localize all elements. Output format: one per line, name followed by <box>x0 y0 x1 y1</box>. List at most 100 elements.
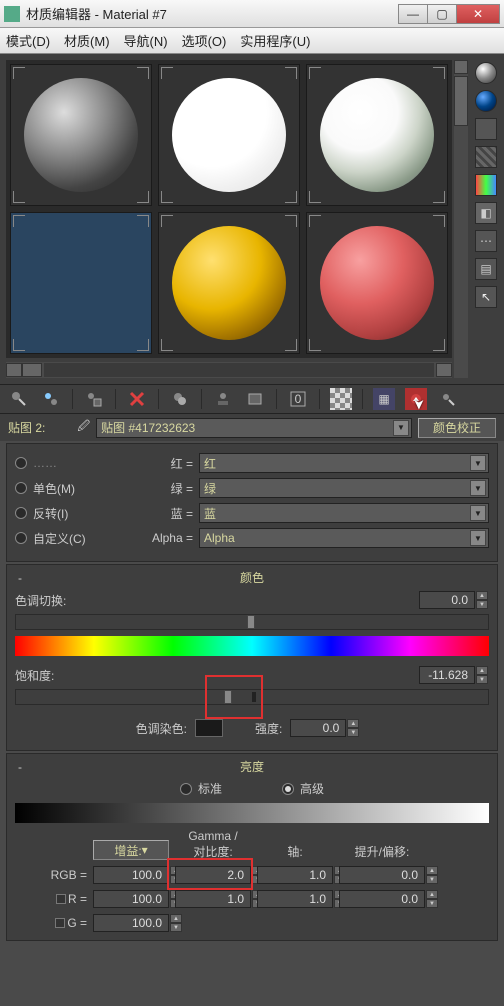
sample-uv-icon[interactable] <box>475 146 497 168</box>
material-id-icon[interactable]: 0 <box>287 388 309 410</box>
material-list-icon[interactable]: ▤ <box>475 258 497 280</box>
material-preview-grid <box>6 60 452 358</box>
map-name-value: 贴图 #417232623 <box>101 419 195 436</box>
advanced-label: 高级 <box>300 780 324 797</box>
gain-dropdown[interactable]: 增益: ▾ <box>93 840 169 860</box>
maximize-button[interactable]: ▢ <box>427 4 457 24</box>
channel-red-dropdown[interactable]: 红▼ <box>199 453 489 473</box>
r-gain-value[interactable]: 100.0▲▼ <box>93 890 169 908</box>
hue-slider[interactable] <box>15 614 489 630</box>
material-slot[interactable] <box>306 64 448 206</box>
make-unique-icon[interactable] <box>212 388 234 410</box>
offset-header: 提升/偏移: <box>339 843 425 860</box>
svg-text:0: 0 <box>295 392 302 406</box>
material-slot[interactable] <box>158 64 300 206</box>
sample-sphere-icon[interactable] <box>475 62 497 84</box>
get-material-icon[interactable] <box>8 388 30 410</box>
preview-v-scroll[interactable] <box>454 60 468 378</box>
material-slot[interactable] <box>10 64 152 206</box>
tint-label: 色调染色: <box>136 720 187 737</box>
standard-label: 标准 <box>198 780 222 797</box>
map-name-dropdown[interactable]: 贴图 #417232623 ▼ <box>96 418 412 438</box>
saturation-label: 饱和度: <box>15 667 419 684</box>
hue-shift-label: 色调切换: <box>15 592 419 609</box>
r-enable-checkbox[interactable] <box>56 894 66 904</box>
map-slot-label: 贴图 2: <box>8 419 45 436</box>
put-to-library-icon[interactable] <box>244 388 266 410</box>
material-slot[interactable] <box>10 212 152 354</box>
g-row-label: G = <box>67 916 87 930</box>
go-to-parent-icon[interactable] <box>405 388 427 410</box>
channel-alpha-dropdown[interactable]: Alpha▼ <box>199 528 489 548</box>
scroll-thumb[interactable] <box>22 363 42 377</box>
mono-radio[interactable] <box>15 482 27 494</box>
gamma-header: Gamma / 对比度: <box>175 829 251 860</box>
color-panel-title: 颜色 <box>15 569 489 586</box>
channel-blue-dropdown[interactable]: 蓝▼ <box>199 503 489 523</box>
preview-h-scroll[interactable] <box>6 362 452 378</box>
saturation-slider[interactable] <box>15 689 489 705</box>
put-material-icon[interactable] <box>40 388 62 410</box>
dropdown-arrow-icon[interactable]: ▼ <box>393 420 409 436</box>
channel-blue-label: 蓝 = <box>145 505 193 522</box>
channel-green-label: 绿 = <box>145 480 193 497</box>
rgb-offset-value[interactable]: 0.0▲▼ <box>339 866 425 884</box>
eyedropper-icon[interactable]: 🖉 <box>77 417 90 438</box>
material-slot[interactable] <box>158 212 300 354</box>
rgb-gamma-value[interactable]: 2.0▲▼ <box>175 866 251 884</box>
tint-swatch[interactable] <box>195 719 223 737</box>
standard-radio[interactable] <box>180 783 192 795</box>
invert-label: 反转(I) <box>33 505 68 522</box>
window-title: 材质编辑器 - Material #7 <box>26 4 399 23</box>
strength-label: 强度: <box>255 720 282 737</box>
brightness-gradient <box>15 803 489 823</box>
hue-shift-value[interactable]: 0.0▲▼ <box>419 591 475 609</box>
custom-radio[interactable] <box>15 532 27 544</box>
channel-alpha-label: Alpha = <box>145 531 193 545</box>
backlight-icon[interactable] <box>475 90 497 112</box>
rgb-gain-value[interactable]: 100.0▲▼ <box>93 866 169 884</box>
channel-top-label: …… <box>33 456 57 470</box>
rgb-row-label: RGB = <box>15 868 87 882</box>
video-color-icon[interactable] <box>475 174 497 196</box>
r-gamma-value[interactable]: 1.0▲▼ <box>175 890 251 908</box>
channel-green-dropdown[interactable]: 绿▼ <box>199 478 489 498</box>
color-correct-button[interactable]: 颜色校正 <box>418 418 496 438</box>
app-icon <box>4 6 20 22</box>
background-icon[interactable] <box>475 118 497 140</box>
mono-label: 单色(M) <box>33 480 75 497</box>
close-button[interactable]: ✕ <box>456 4 500 24</box>
delete-icon[interactable] <box>126 388 148 410</box>
advanced-radio[interactable] <box>282 783 294 795</box>
custom-label: 自定义(C) <box>33 530 86 547</box>
options-icon[interactable]: ⋯ <box>475 230 497 252</box>
saturation-value[interactable]: -11.628▲▼ <box>419 666 475 684</box>
minimize-button[interactable]: — <box>398 4 428 24</box>
material-slot[interactable] <box>306 212 448 354</box>
hue-gradient <box>15 636 489 656</box>
select-by-material-icon[interactable]: ↖ <box>475 286 497 308</box>
scroll-left-icon[interactable] <box>6 363 22 377</box>
menu-material[interactable]: 材质(M) <box>64 31 110 50</box>
go-forward-icon[interactable] <box>437 388 459 410</box>
menu-options[interactable]: 选项(O) <box>182 31 227 50</box>
brightness-panel-title: 亮度 <box>15 758 489 775</box>
r-offset-value[interactable]: 0.0▲▼ <box>339 890 425 908</box>
menu-util[interactable]: 实用程序(U) <box>240 31 310 50</box>
scroll-right-icon[interactable] <box>436 363 452 377</box>
invert-radio[interactable] <box>15 507 27 519</box>
channel-red-label: 红 = <box>145 455 193 472</box>
g-enable-checkbox[interactable] <box>55 918 65 928</box>
axis-header: 轴: <box>257 843 333 860</box>
g-gain-value[interactable]: 100.0▲▼ <box>93 914 169 932</box>
show-end-result-icon[interactable]: ▦ <box>373 388 395 410</box>
assign-material-icon[interactable] <box>83 388 105 410</box>
menu-nav[interactable]: 导航(N) <box>124 31 168 50</box>
rgb-axis-value[interactable]: 1.0▲▼ <box>257 866 333 884</box>
menu-mode[interactable]: 模式(D) <box>6 31 50 50</box>
strength-value[interactable]: 0.0▲▼ <box>290 719 346 737</box>
make-preview-icon[interactable]: ◧ <box>475 202 497 224</box>
show-map-icon[interactable] <box>330 388 352 410</box>
make-copy-icon[interactable] <box>169 388 191 410</box>
r-axis-value[interactable]: 1.0▲▼ <box>257 890 333 908</box>
